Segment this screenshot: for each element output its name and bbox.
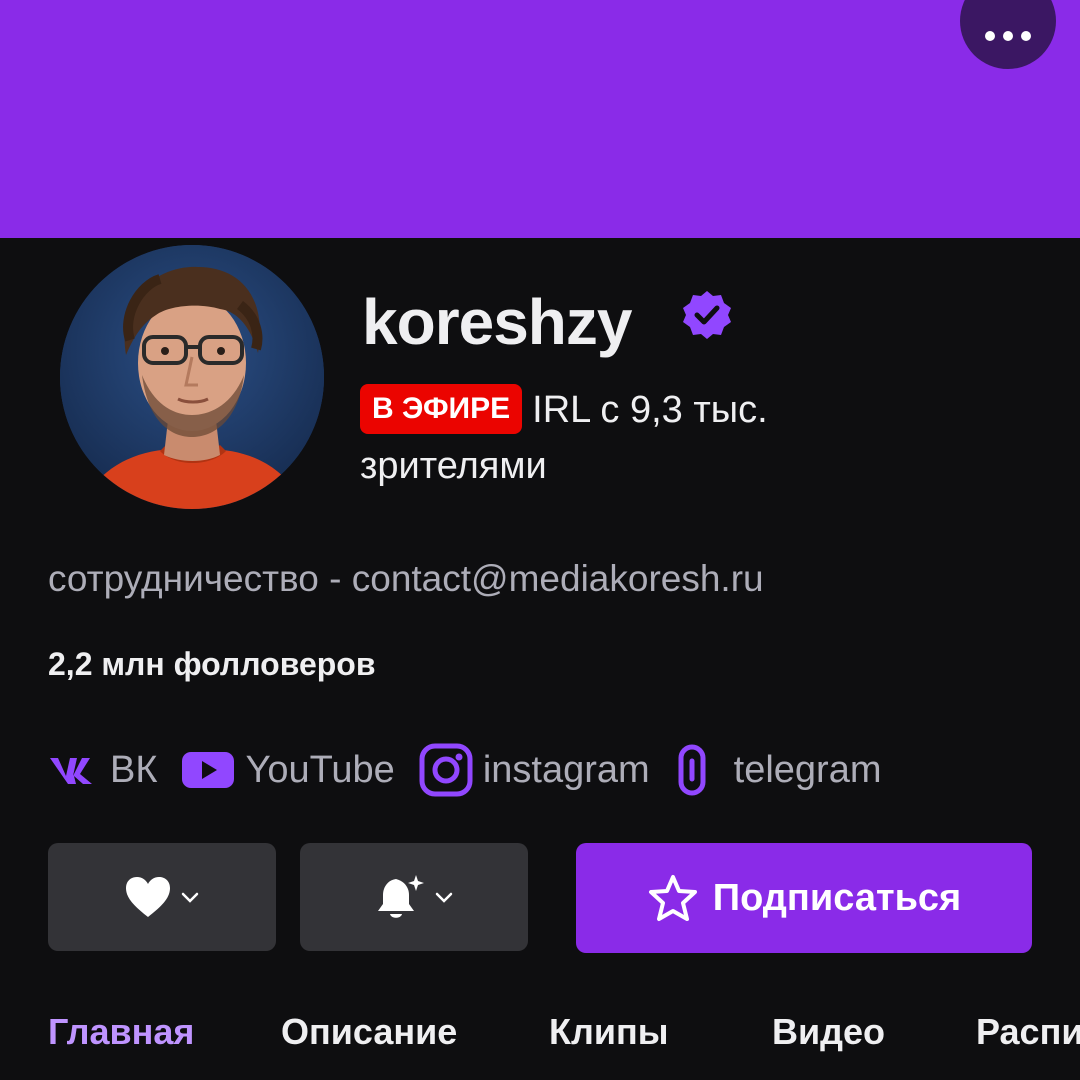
channel-bio: сотрудничество - contact@mediakoresh.ru: [48, 558, 764, 599]
heart-icon: [126, 877, 170, 917]
verified-badge-icon: [683, 291, 731, 339]
social-links: ВК YouTube instagram telegram: [48, 738, 906, 802]
social-link-instagram[interactable]: instagram: [419, 738, 650, 802]
tab-schedule[interactable]: Расписание: [976, 1000, 1080, 1064]
channel-banner: [0, 0, 1080, 238]
channel-tabs: Главная Описание Клипы Видео Расписание: [0, 1000, 1080, 1064]
social-link-vk[interactable]: ВК: [48, 738, 157, 802]
youtube-icon: [181, 750, 235, 790]
telegram-link-icon: [674, 743, 710, 797]
subscribe-button[interactable]: Подписаться: [576, 843, 1032, 953]
subscribe-label: Подписаться: [712, 876, 962, 919]
vk-icon: [48, 752, 100, 788]
tab-clips[interactable]: Клипы: [549, 1000, 668, 1064]
channel-name: koreshzy: [362, 286, 632, 358]
bell-icon: [378, 875, 424, 918]
social-link-label: telegram: [733, 749, 882, 791]
live-badge: В ЭФИРЕ: [360, 384, 523, 434]
tab-home[interactable]: Главная: [48, 1000, 194, 1064]
instagram-icon: [419, 743, 473, 797]
chevron-down-icon: [435, 892, 453, 903]
social-link-telegram[interactable]: telegram: [674, 738, 882, 802]
tab-about[interactable]: Описание: [281, 1000, 457, 1064]
tab-videos[interactable]: Видео: [772, 1000, 885, 1064]
follow-button[interactable]: [48, 843, 276, 951]
star-icon: [648, 875, 697, 921]
followers-count: 2,2 млн фолловеров: [48, 646, 376, 682]
channel-avatar[interactable]: [60, 245, 324, 509]
social-link-label: instagram: [482, 749, 650, 791]
chevron-down-icon: [181, 892, 199, 903]
social-link-label: ВК: [110, 749, 158, 791]
notifications-button[interactable]: [300, 843, 528, 951]
ellipsis-icon: [985, 31, 1031, 41]
avatar-image: [60, 245, 324, 509]
social-link-youtube[interactable]: YouTube: [181, 738, 395, 802]
social-link-label: YouTube: [245, 749, 395, 791]
live-status: В ЭФИРЕ IRL с 9,3 тыс. зрителями: [360, 382, 920, 494]
